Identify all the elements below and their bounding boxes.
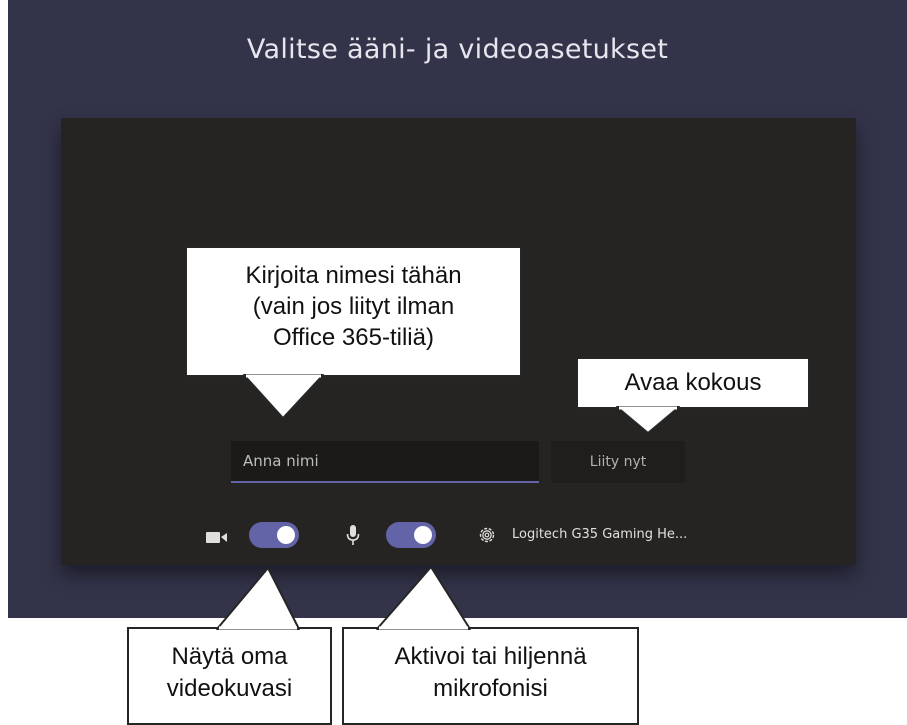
callout-name-line2: (vain jos liityt ilman [252,293,455,320]
callout-mic-hint: Aktivoi tai hiljennä mikrofonisi [342,627,639,725]
gear-icon[interactable] [477,525,497,545]
callout-name-line3: Office 365-tiliä) [273,324,434,351]
join-now-button[interactable]: Liity nyt [551,441,685,483]
video-camera-icon [206,532,227,543]
camera-toggle-knob [277,526,295,544]
callout-name-line1: Kirjoita nimesi tähän [245,262,462,289]
microphone-toggle-knob [414,526,432,544]
callout-video-line2: videokuvasi [166,675,293,702]
callout-video-hint: Näytä oma videokuvasi [127,627,332,725]
audio-device-label[interactable]: Logitech G35 Gaming He... [512,527,687,542]
camera-toggle[interactable] [249,522,299,548]
name-input[interactable] [231,441,539,483]
callout-join-hint: Avaa kokous [576,357,810,409]
callout-join-text: Avaa kokous [624,369,762,396]
callout-mic-line1: Aktivoi tai hiljennä [394,643,587,670]
microphone-icon [346,525,360,545]
callout-video-line1: Näytä oma [171,643,288,670]
microphone-toggle[interactable] [386,522,436,548]
callout-name-hint: Kirjoita nimesi tähän (vain jos liityt i… [185,246,522,377]
dialog-title: Valitse ääni- ja videoasetukset [246,34,669,65]
callout-mic-line2: mikrofonisi [433,675,548,702]
